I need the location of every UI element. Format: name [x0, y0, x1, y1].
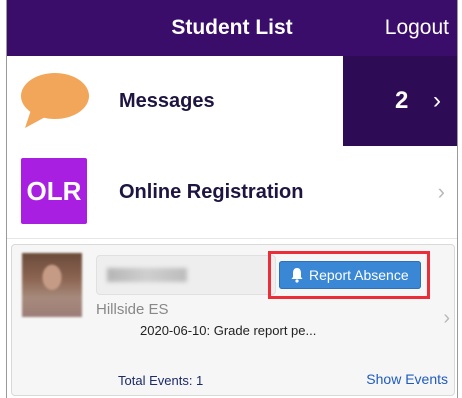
- logout-button[interactable]: Logout: [385, 0, 449, 56]
- total-events-count: Total Events: 1: [118, 373, 204, 388]
- school-name: Hillside ES: [96, 301, 169, 318]
- online-registration-row[interactable]: OLR Online Registration ›: [7, 146, 457, 239]
- speech-bubble-icon: [21, 73, 89, 128]
- avatar: [22, 253, 82, 317]
- student-name-redacted: [96, 255, 276, 295]
- olr-icon: OLR: [21, 158, 87, 224]
- chevron-right-icon: ›: [443, 307, 450, 329]
- event-item[interactable]: 2020-06-10: Grade report pe...: [140, 323, 316, 338]
- messages-count-box[interactable]: 2 ›: [343, 56, 457, 146]
- chevron-right-icon: ›: [437, 179, 445, 204]
- report-absence-button[interactable]: Report Absence: [279, 261, 421, 289]
- highlight-box: Report Absence: [268, 251, 430, 299]
- bell-icon: [291, 268, 303, 283]
- online-registration-label: Online Registration: [119, 181, 304, 203]
- top-bar: Student List Logout: [7, 0, 457, 56]
- app-frame: Student List Logout Messages 2 › OLR Onl…: [6, 0, 458, 398]
- report-absence-label: Report Absence: [309, 267, 409, 283]
- student-card[interactable]: Report Absence Hillside ES 2020-06-10: G…: [11, 244, 455, 396]
- chevron-right-icon: ›: [433, 87, 441, 114]
- messages-label: Messages: [119, 90, 215, 112]
- show-events-link[interactable]: Show Events: [366, 371, 448, 387]
- blurred-name: [107, 268, 187, 282]
- messages-count: 2: [395, 87, 409, 114]
